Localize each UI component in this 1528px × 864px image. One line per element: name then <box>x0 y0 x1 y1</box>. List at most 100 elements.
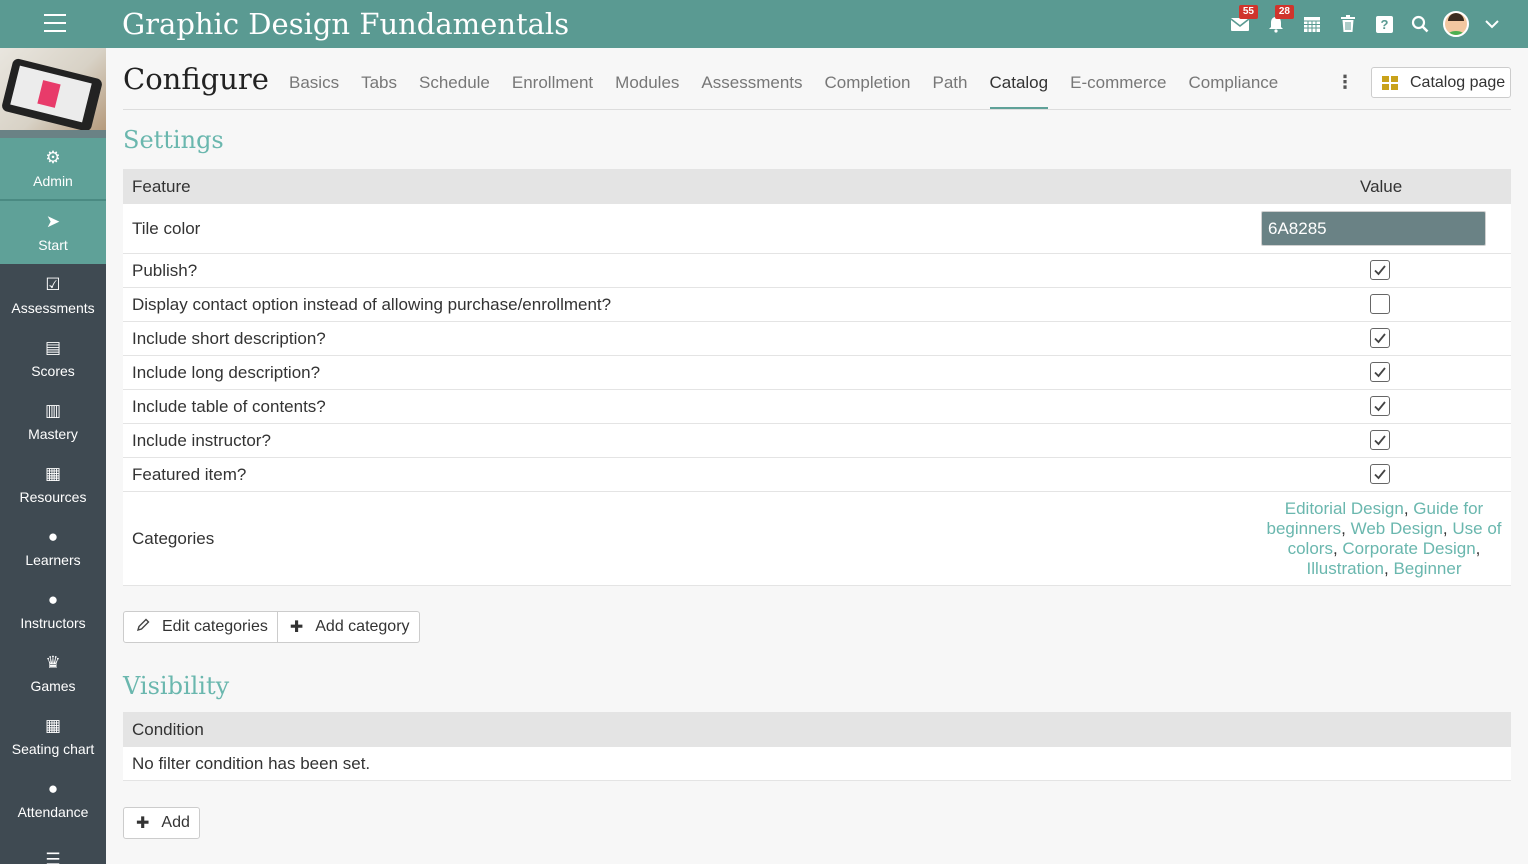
table-header: Feature Value <box>123 169 1511 204</box>
category-buttons: Edit categories ✚ Add category <box>123 611 420 643</box>
table-row: Display contact option instead of allowi… <box>123 288 1511 322</box>
settings-title: Settings <box>123 126 224 154</box>
avatar <box>1443 11 1469 37</box>
main-content: Configure Basics Tabs Schedule Enrollment Mo… <box>106 48 1528 864</box>
tab-e-commerce[interactable]: E-commerce <box>1070 70 1166 110</box>
navigate-icon: ➤ <box>45 212 61 231</box>
sidebar-item-label: Learners <box>25 552 81 568</box>
search-icon[interactable] <box>1402 0 1438 48</box>
sidebar-item-start[interactable]: ➤ Start <box>0 201 106 264</box>
checkmark-icon <box>1374 265 1386 276</box>
checkbox[interactable] <box>1370 328 1390 348</box>
checkbox[interactable] <box>1370 260 1390 280</box>
setting-label: Include table of contents? <box>132 397 326 416</box>
plus-icon: ✚ <box>136 815 150 832</box>
person-icon: ● <box>47 527 59 546</box>
setting-label: Include instructor? <box>132 431 271 450</box>
category-link[interactable]: Web Design <box>1351 519 1443 538</box>
tab-bar: Basics Tabs Schedule Enrollment Modules Asses… <box>278 70 1289 110</box>
sidebar-item-label: Scores <box>31 363 75 379</box>
category-link[interactable]: Editorial Design <box>1285 499 1404 518</box>
checkmark-icon <box>1374 401 1386 412</box>
calendar-icon[interactable] <box>1294 0 1330 48</box>
pencil-icon <box>136 618 150 637</box>
category-link[interactable]: Corporate Design <box>1342 539 1475 558</box>
sidebar-item-admin[interactable]: ⚙ Admin <box>0 138 106 201</box>
sidebar: ⚙ Admin ➤ Start ☑ Assessments ▤ Scores ▥ Mastery ▦… <box>0 48 106 864</box>
sidebar-item-label: Mastery <box>28 426 78 442</box>
user-avatar[interactable] <box>1438 0 1474 48</box>
tab-schedule[interactable]: Schedule <box>419 70 490 110</box>
tab-tabs[interactable]: Tabs <box>361 70 397 110</box>
tab-basics[interactable]: Basics <box>289 70 339 110</box>
envelope-icon[interactable]: 55 <box>1222 0 1258 48</box>
sidebar-item-label: Instructors <box>20 615 86 631</box>
top-icons: 55 28 ? <box>1222 0 1510 48</box>
checklist-icon: ☑ <box>45 275 61 294</box>
sidebar-item-assessments[interactable]: ☑ Assessments <box>0 264 106 327</box>
checkbox[interactable] <box>1370 294 1390 314</box>
top-bar: Graphic Design Fundamentals 55 28 ? <box>0 0 1528 48</box>
checkbox[interactable] <box>1370 362 1390 382</box>
setting-label: Featured item? <box>132 465 247 484</box>
chevron-down-icon[interactable] <box>1474 0 1510 48</box>
checkbox[interactable] <box>1370 396 1390 416</box>
seating-icon: ▦ <box>44 716 62 735</box>
more-options-icon[interactable]: ⋮ <box>1336 72 1354 93</box>
checkbox[interactable] <box>1370 464 1390 484</box>
category-link[interactable]: Beginner <box>1393 559 1461 578</box>
grid-icon <box>1382 75 1398 90</box>
feature-header: Feature <box>132 177 191 196</box>
checkmark-icon <box>1374 367 1386 378</box>
trophy-icon: ♛ <box>45 653 61 672</box>
add-category-label: Add category <box>315 618 410 635</box>
tab-assessments[interactable]: Assessments <box>701 70 802 110</box>
checkmark-icon <box>1374 469 1386 480</box>
checkbox[interactable] <box>1370 430 1390 450</box>
table-row: Categories Editorial Design, Guide for b… <box>123 492 1511 586</box>
sidebar-item-attendance[interactable]: ● Attendance <box>0 768 106 831</box>
help-icon[interactable]: ? <box>1366 0 1402 48</box>
tile-color-label: Tile color <box>132 219 201 238</box>
course-thumbnail[interactable] <box>0 48 106 130</box>
sidebar-item-more[interactable]: ☰ <box>0 831 106 864</box>
divider <box>123 109 1511 110</box>
sidebar-item-seating-chart[interactable]: ▦ Seating chart <box>0 705 106 768</box>
table-row: Featured item? <box>123 458 1511 492</box>
tab-compliance[interactable]: Compliance <box>1188 70 1278 110</box>
sidebar-item-mastery[interactable]: ▥ Mastery <box>0 390 106 453</box>
edit-categories-button[interactable]: Edit categories <box>124 612 277 642</box>
tile-color-input[interactable] <box>1261 211 1486 246</box>
add-condition-label: Add <box>161 814 190 831</box>
menu-icon[interactable] <box>44 14 66 34</box>
sidebar-item-games[interactable]: ♛ Games <box>0 642 106 705</box>
sidebar-item-label: Seating chart <box>11 741 95 757</box>
settings-table: Feature Value Tile color Publish? Display… <box>123 169 1511 586</box>
sidebar-item-label: Start <box>38 237 68 253</box>
condition-header: Condition <box>132 720 204 739</box>
table-header: Condition <box>123 712 1511 747</box>
add-condition-button[interactable]: ✚ Add <box>124 808 199 838</box>
sidebar-item-label: Assessments <box>11 300 95 316</box>
sidebar-item-scores[interactable]: ▤ Scores <box>0 327 106 390</box>
tab-completion[interactable]: Completion <box>825 70 911 110</box>
bar-chart-icon: ▥ <box>44 401 62 420</box>
tab-enrollment[interactable]: Enrollment <box>512 70 593 110</box>
catalog-page-button[interactable]: Catalog page <box>1371 67 1511 98</box>
tab-catalog[interactable]: Catalog <box>989 70 1049 110</box>
tab-path[interactable]: Path <box>933 70 968 110</box>
setting-label: Include short description? <box>132 329 326 348</box>
sidebar-item-label: Games <box>30 678 76 694</box>
value-header: Value <box>1360 177 1403 196</box>
category-link[interactable]: Illustration <box>1307 559 1384 578</box>
sidebar-item-resources[interactable]: ▦ Resources <box>0 453 106 516</box>
add-category-button[interactable]: ✚ Add category <box>276 612 419 642</box>
bell-icon[interactable]: 28 <box>1258 0 1294 48</box>
categories-list: Editorial Design, Guide for beginners, W… <box>1266 499 1502 578</box>
sidebar-item-label: Attendance <box>17 804 89 820</box>
edit-categories-label: Edit categories <box>162 618 268 635</box>
sidebar-item-learners[interactable]: ● Learners <box>0 516 106 579</box>
tab-modules[interactable]: Modules <box>615 70 679 110</box>
sidebar-item-instructors[interactable]: ● Instructors <box>0 579 106 642</box>
trash-icon[interactable] <box>1330 0 1366 48</box>
